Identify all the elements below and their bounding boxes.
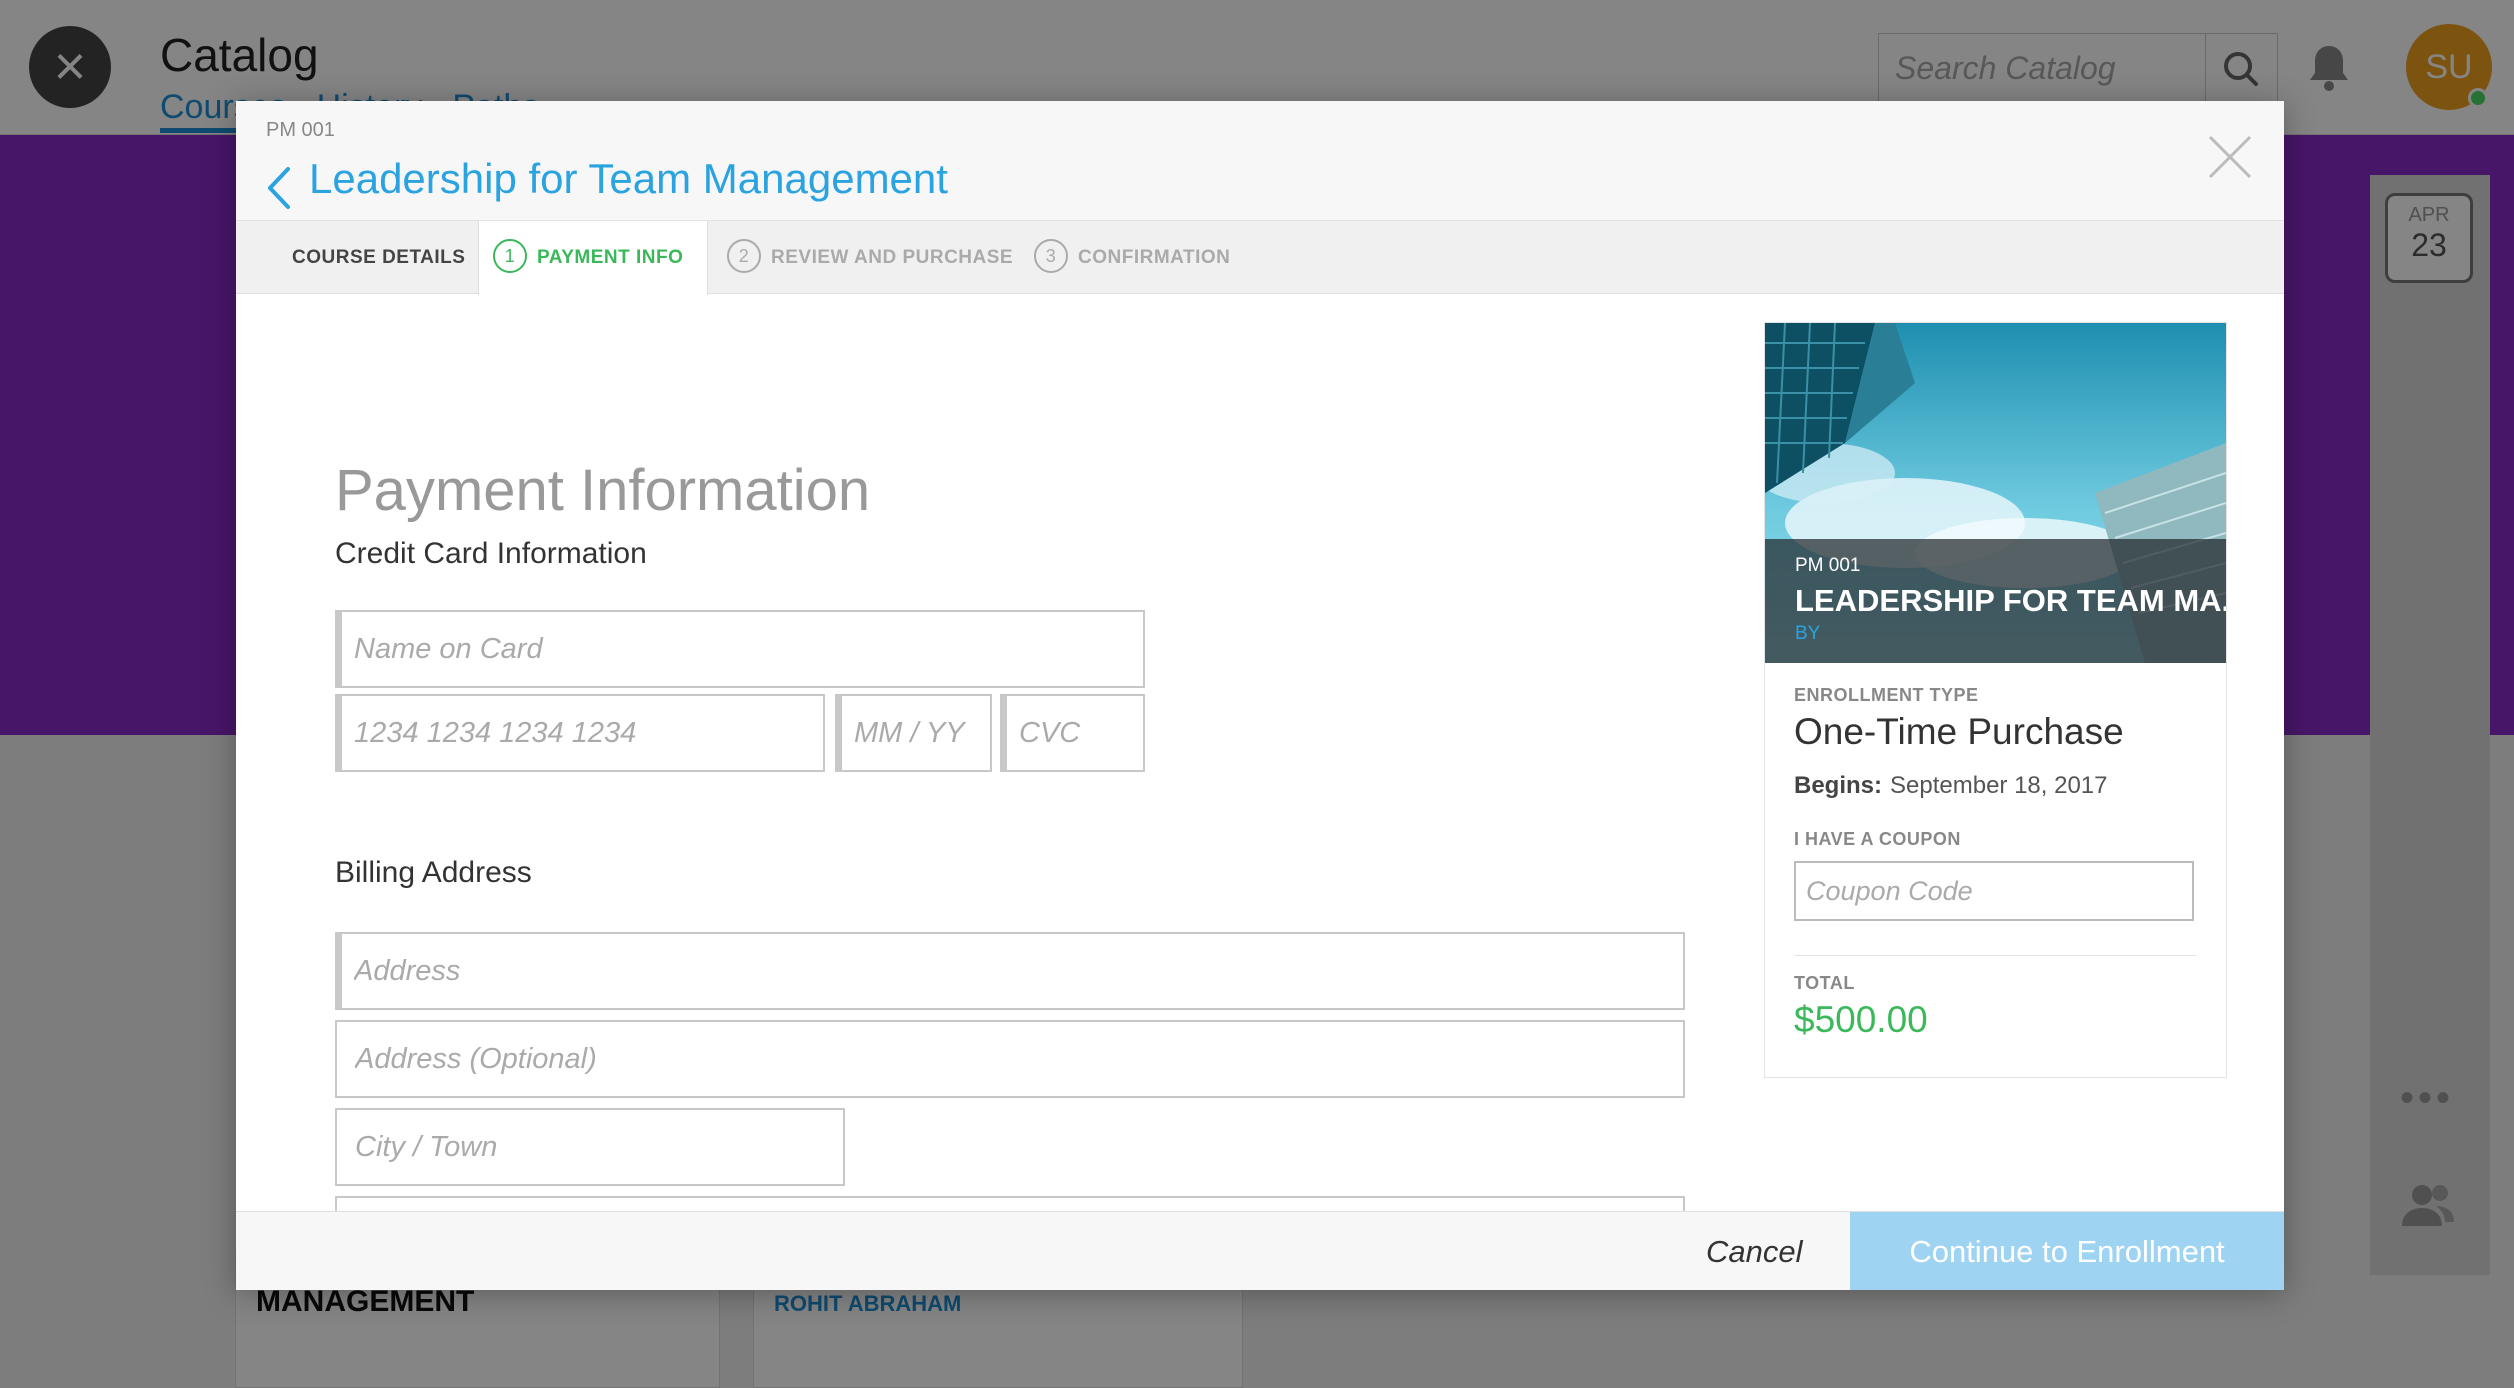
address-input[interactable] (342, 934, 1683, 1008)
expiry-field[interactable] (835, 694, 992, 772)
begins-date: Begins: September 18, 2017 (1794, 772, 2108, 800)
cvc-field[interactable] (1000, 694, 1145, 772)
step-number-badge: 3 (1034, 238, 1068, 273)
city-field[interactable] (335, 1108, 845, 1186)
city-input[interactable] (337, 1110, 843, 1184)
course-code: PM 001 (266, 119, 335, 141)
modal-title: Leadership for Team Management (309, 155, 948, 202)
step-label: CONFIRMATION (1078, 247, 1231, 268)
address-field[interactable] (335, 932, 1685, 1010)
modal-body[interactable]: Payment Information Credit Card Informat… (236, 294, 2284, 1211)
tab-course-details[interactable]: COURSE DETAILS (292, 221, 465, 294)
address-optional-input[interactable] (337, 1022, 1683, 1096)
next-field[interactable] (335, 1196, 1685, 1211)
payment-heading: Payment Information (335, 458, 871, 523)
continue-to-enrollment-button[interactable]: Continue to Enrollment (1850, 1212, 2284, 1290)
step-number-badge: 1 (493, 238, 527, 273)
cancel-button[interactable]: Cancel (1706, 1212, 1803, 1290)
tab-payment-info[interactable]: 1 PAYMENT INFO (478, 221, 708, 295)
enrollment-type-value: One-Time Purchase (1794, 711, 2124, 752)
modal-header: PM 001 Leadership for Team Management (236, 101, 2284, 221)
thumbnail-course-title: LEADERSHIP FOR TEAM MA... (1795, 583, 2226, 618)
order-summary-card: PM 001 LEADERSHIP FOR TEAM MA... BY ENRO… (1764, 322, 2227, 1078)
coupon-input[interactable] (1796, 863, 2192, 919)
enrollment-modal: PM 001 Leadership for Team Management CO… (236, 101, 2284, 1290)
close-icon[interactable] (2202, 129, 2258, 185)
step-label: REVIEW AND PURCHASE (771, 247, 1014, 268)
card-number-input[interactable] (342, 696, 823, 770)
total-amount: $500.00 (1794, 999, 1928, 1040)
step-label: PAYMENT INFO (537, 247, 684, 268)
address-optional-field[interactable] (335, 1020, 1685, 1098)
step-tabs: COURSE DETAILS 1 PAYMENT INFO 2 REVIEW AND… (236, 221, 2284, 295)
step-label: COURSE DETAILS (292, 247, 466, 268)
name-on-card-field[interactable] (335, 610, 1145, 688)
step-number-badge: 2 (727, 238, 761, 273)
cvc-input[interactable] (1007, 696, 1143, 770)
tab-review-and-purchase[interactable]: 2 REVIEW AND PURCHASE (727, 221, 1013, 294)
billing-heading: Billing Address (335, 856, 532, 889)
begins-label: Begins: (1794, 772, 1883, 799)
coupon-field[interactable] (1794, 861, 2194, 921)
coupon-label: I HAVE A COUPON (1794, 829, 1961, 849)
tab-confirmation[interactable]: 3 CONFIRMATION (1034, 221, 1230, 294)
expiry-input[interactable] (842, 696, 990, 770)
thumbnail-caption: PM 001 LEADERSHIP FOR TEAM MA... BY (1765, 539, 2226, 663)
course-thumbnail: PM 001 LEADERSHIP FOR TEAM MA... BY (1765, 323, 2226, 663)
name-on-card-input[interactable] (342, 612, 1143, 686)
thumbnail-author: BY (1795, 623, 1821, 644)
credit-card-heading: Credit Card Information (335, 537, 647, 570)
divider (1794, 955, 2196, 956)
card-number-field[interactable] (335, 694, 825, 772)
begins-value: September 18, 2017 (1890, 772, 2108, 799)
total-label: TOTAL (1794, 973, 1855, 993)
back-chevron-icon[interactable] (262, 163, 298, 213)
enrollment-type-label: ENROLLMENT TYPE (1794, 685, 1979, 705)
modal-footer: Cancel Continue to Enrollment (236, 1211, 2284, 1290)
thumbnail-course-code: PM 001 (1795, 555, 1861, 576)
